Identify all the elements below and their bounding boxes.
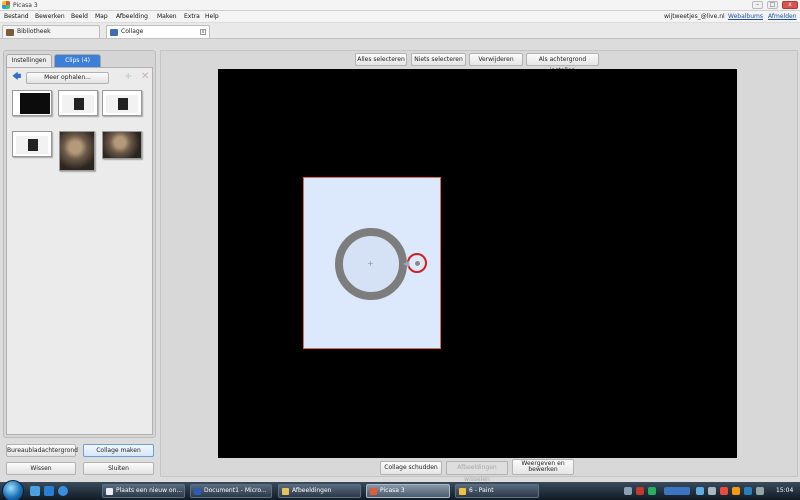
clip-thumbnail[interactable] [102, 90, 142, 116]
tab-label: Bibliotheek [17, 28, 51, 35]
collage-icon [110, 29, 118, 36]
clip-thumbnails [12, 90, 147, 210]
system-tray: 15:04 [618, 483, 800, 499]
clip-thumbnail[interactable] [12, 131, 52, 157]
word-icon [194, 488, 201, 495]
taskbar-item[interactable]: 6 - Paint [455, 484, 539, 498]
menu-maken[interactable]: Maken [157, 13, 177, 20]
menu-afbeelding[interactable]: Afbeelding [116, 13, 148, 20]
taskbar: Plaats een nieuw on... Document1 - Micro… [0, 480, 800, 500]
menu-bar: Bestand Bewerken Beeld Map Afbeelding Ma… [0, 11, 800, 22]
add-icon[interactable]: + [124, 71, 132, 82]
paint-icon [459, 488, 466, 495]
desktop-background-button[interactable]: Bureaubladachtergrond [6, 444, 78, 457]
rotate-handle[interactable]: ◀ [403, 253, 427, 273]
taskbar-item[interactable]: Plaats een nieuw on... [102, 484, 185, 498]
remove-icon[interactable]: ✕ [141, 71, 149, 82]
tray-icon[interactable] [732, 487, 740, 495]
tab-collage[interactable]: Collage x [106, 25, 210, 38]
back-arrow-icon[interactable]: 🡄 [12, 73, 22, 83]
delete-button[interactable]: Verwijderen [469, 53, 523, 66]
taskbar-item[interactable]: Afbeeldingen [278, 484, 361, 498]
shuffle-collage-button[interactable]: Collage schudden [380, 461, 442, 475]
antivirus-icon[interactable] [720, 487, 728, 495]
make-collage-button[interactable]: Collage maken [83, 444, 154, 457]
select-all-button[interactable]: Alles selecteren [355, 53, 407, 66]
tray-icon[interactable] [624, 487, 632, 495]
tray-icon[interactable] [636, 487, 644, 495]
center-crosshair-icon: + [367, 259, 374, 268]
select-none-button[interactable]: Niets selecteren [411, 53, 466, 66]
library-icon [6, 29, 14, 36]
menu-bestand[interactable]: Bestand [4, 13, 29, 20]
browser-icon [106, 488, 113, 495]
clips-list: 🡄 Meer ophalen... + ✕ [6, 67, 153, 435]
close-tab-icon[interactable]: x [200, 29, 206, 35]
menu-beeld[interactable]: Beeld [71, 13, 88, 20]
clips-toolbar: 🡄 Meer ophalen... + ✕ [10, 71, 150, 84]
show-desktop-icon[interactable] [30, 486, 40, 496]
tab-bibliotheek[interactable]: Bibliotheek [2, 25, 100, 38]
start-button[interactable] [2, 480, 24, 500]
menu-extra[interactable]: Extra [184, 13, 200, 20]
taskbar-item[interactable]: Picasa 3 [366, 484, 450, 498]
account-name: wijtweetjes_@live.nl [664, 13, 725, 20]
close-button[interactable]: x [782, 1, 798, 9]
collage-settings-panel: Instellingen Clips (4) 🡄 Meer ophalen...… [3, 50, 156, 438]
internet-explorer-icon[interactable] [58, 486, 68, 496]
picasa-icon [370, 488, 377, 495]
switch-windows-icon[interactable] [44, 486, 54, 496]
title-bar: Picasa 3 – □ x [0, 0, 800, 11]
volume-icon[interactable] [708, 487, 716, 495]
bluetooth-icon[interactable] [744, 487, 752, 495]
media-player-icon[interactable] [664, 487, 690, 495]
view-and-edit-button[interactable]: Weergeven en bewerken [512, 459, 574, 475]
clip-thumbnail[interactable] [59, 131, 95, 171]
tab-label: Collage [121, 28, 144, 35]
minimize-button[interactable]: – [752, 1, 763, 9]
arrow-left-icon: ◀ [403, 259, 410, 268]
clip-thumbnail[interactable] [102, 131, 142, 159]
clip-thumbnail[interactable] [12, 90, 52, 116]
taskbar-item[interactable]: Document1 - Micro... [190, 484, 272, 498]
tab-strip: Bibliotheek Collage x [0, 23, 800, 39]
clock[interactable]: 15:04 [776, 487, 793, 494]
set-as-background-button[interactable]: Als achtergrond instellen [526, 53, 599, 74]
menu-bewerken[interactable]: Bewerken [35, 13, 65, 20]
window-title: Picasa 3 [13, 2, 38, 9]
collage-canvas[interactable] [218, 69, 737, 458]
close-collage-button[interactable]: Sluiten [83, 462, 154, 475]
folder-icon [282, 488, 289, 495]
tab-instellingen[interactable]: Instellingen [6, 54, 52, 67]
get-more-button[interactable]: Meer ophalen... [26, 72, 109, 84]
maximize-button[interactable]: □ [767, 1, 778, 9]
network-icon[interactable] [696, 487, 704, 495]
clear-button[interactable]: Wissen [6, 462, 76, 475]
afmelden-link[interactable]: Afmelden [768, 13, 797, 20]
tab-clips[interactable]: Clips (4) [54, 54, 101, 67]
webalbums-link[interactable]: Webalbums [728, 13, 763, 20]
swap-images-button: Afbeeldingen wisselen [446, 461, 508, 483]
menu-help[interactable]: Help [205, 13, 219, 20]
rotate-knob-icon[interactable] [414, 260, 421, 267]
menu-map[interactable]: Map [95, 13, 108, 20]
clip-thumbnail[interactable] [58, 90, 98, 116]
tray-icon[interactable] [648, 487, 656, 495]
tray-icon[interactable] [756, 487, 764, 495]
picasa-app-icon [2, 1, 10, 9]
